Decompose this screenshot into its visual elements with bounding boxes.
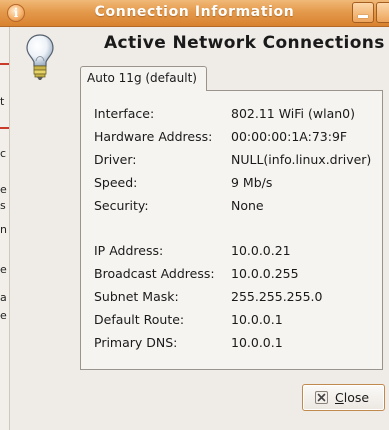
lightbulb-icon — [26, 34, 54, 80]
tab-auto-11g[interactable]: Auto 11g (default) — [80, 66, 207, 91]
background-text-fragment: t — [0, 95, 5, 108]
driver-value: NULL(info.linux.driver) — [231, 152, 372, 167]
close-mnemonic: C — [335, 390, 344, 405]
default-route-label: Default Route: — [94, 312, 185, 327]
background-text-fragment: n — [0, 223, 7, 236]
ip-address-value: 10.0.0.21 — [231, 243, 291, 258]
speed-label: Speed: — [94, 175, 138, 190]
connection-info-dialog: i Connection Information t c e s n e a e — [0, 0, 389, 430]
background-text-fragment: e — [0, 183, 7, 196]
title-bar[interactable]: i Connection Information — [0, 0, 389, 27]
broadcast-address-value: 10.0.0.255 — [231, 266, 299, 281]
page-title: Active Network Connections — [104, 33, 385, 53]
close-button[interactable]: Close — [302, 384, 385, 411]
primary-dns-value: 10.0.0.1 — [231, 335, 283, 350]
background-text-fragment: s — [0, 199, 6, 212]
subnet-mask-label: Subnet Mask: — [94, 289, 179, 304]
close-x-icon — [315, 391, 328, 404]
window-close-button[interactable] — [376, 2, 389, 23]
minimize-button[interactable] — [352, 2, 374, 23]
subnet-mask-value: 255.255.255.0 — [231, 289, 323, 304]
background-text-fragment: e — [0, 263, 7, 276]
driver-label: Driver: — [94, 152, 137, 167]
broadcast-address-label: Broadcast Address: — [94, 266, 215, 281]
primary-dns-label: Primary DNS: — [94, 335, 178, 350]
speed-value: 9 Mb/s — [231, 175, 273, 190]
close-button-label: Close — [335, 390, 369, 405]
window-title: Connection Information — [94, 4, 295, 20]
background-window-strip: t c e s n e a e — [0, 27, 10, 430]
interface-value: 802.11 WiFi (wlan0) — [231, 106, 355, 121]
ip-address-label: IP Address: — [94, 243, 164, 258]
background-text-fragment: c — [0, 147, 7, 160]
background-text-fragment: a — [0, 291, 7, 304]
hardware-address-label: Hardware Address: — [94, 129, 213, 144]
security-label: Security: — [94, 198, 149, 213]
close-label-rest: lose — [343, 390, 370, 405]
background-text-fragment: e — [0, 309, 7, 322]
default-route-value: 10.0.0.1 — [231, 312, 283, 327]
background-divider — [0, 127, 9, 129]
minimize-icon — [358, 15, 368, 18]
interface-label: Interface: — [94, 106, 155, 121]
security-value: None — [231, 198, 264, 213]
hardware-address-value: 00:00:00:1A:73:9F — [231, 129, 348, 144]
background-divider — [0, 63, 9, 65]
